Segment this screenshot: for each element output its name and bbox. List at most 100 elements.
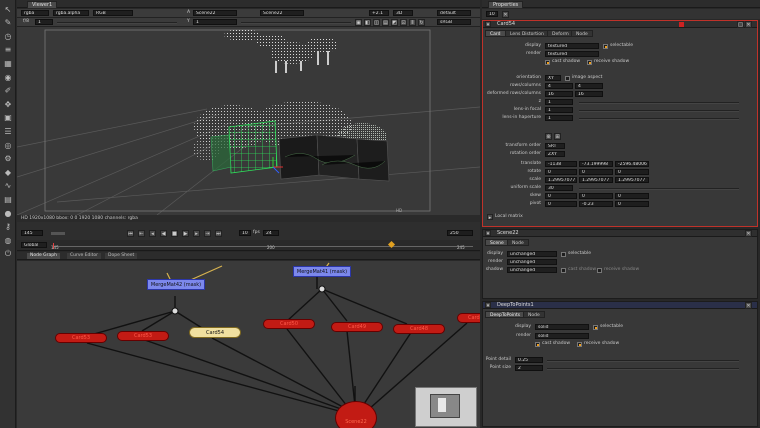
grid-icon[interactable]: ▦ [3,58,13,68]
clock-icon[interactable]: ◷ [3,31,13,41]
input-b-dropdown[interactable]: Scene22 [260,10,304,16]
skew-x-field[interactable]: 0 [545,193,577,199]
alpha-channel-dropdown[interactable]: rgba.alpha [53,10,89,16]
tab-curve-editor[interactable]: Curve Editor [67,253,102,259]
play-back-icon[interactable]: ◀ [160,230,167,237]
display-dropdown[interactable]: unchanged [507,251,557,257]
skip-end-icon[interactable]: ⏭ [215,230,222,237]
timeline-ruler[interactable]: Global 145 200 245 [17,240,480,251]
node-card49[interactable]: Card49 [331,322,383,332]
cube-icon[interactable]: ▣ [3,113,13,123]
rotate-y-field[interactable]: 0 [579,169,613,175]
frame-field[interactable]: 1 [35,19,53,25]
close-panel-icon[interactable]: ✕ [745,302,752,309]
tab-viewer[interactable]: Viewer1 [27,1,58,8]
shadow-dropdown[interactable]: unchanged [507,267,557,273]
overlay-icon[interactable]: ◫ [373,19,380,26]
tab-deform[interactable]: Deform [547,30,574,37]
rows-field[interactable]: 4 [545,83,573,89]
roi-icon[interactable]: ▣ [355,19,362,26]
collapse-icon[interactable]: ▾ [485,21,491,28]
rotation-order-dropdown[interactable]: ZXY [545,151,565,157]
local-matrix-expand-icon[interactable]: ▸ [487,214,493,221]
input-a-dropdown[interactable]: Scene22 [193,10,237,16]
node-graph-canvas[interactable]: MergeMat42 (mask) MergeMat41 (mask) Card… [17,261,480,428]
pause-icon[interactable]: Ⅱ [409,19,416,26]
view-mode-dropdown[interactable]: 3D [393,10,413,16]
prev-frame-icon[interactable]: ◂ [149,230,156,237]
tab-card[interactable]: Card [485,30,506,37]
uniform-scale-slider[interactable] [579,188,739,190]
node-card48[interactable]: Card48 [393,324,445,334]
close-panel-icon[interactable]: ✕ [745,21,752,28]
z-slider[interactable] [579,102,739,104]
render-dropdown[interactable]: solid [535,333,589,339]
translate-y-field[interactable]: -73.199998 [579,161,613,167]
clip-icon[interactable]: ▤ [382,19,389,26]
deformed-rows-field[interactable]: 16 [545,91,573,97]
tab-properties[interactable]: Properties [488,1,524,8]
wipe-icon[interactable]: ◧ [364,19,371,26]
display-dropdown[interactable]: solid [535,324,589,330]
node-mergemat42[interactable]: MergeMat42 (mask) [147,279,205,290]
frame-step-field[interactable]: 10 [239,230,251,236]
cast-shadow-checkbox[interactable] [561,268,566,273]
global-dropdown[interactable]: Global [21,242,47,248]
lens-haperture-slider[interactable] [579,118,739,120]
deformed-columns-field[interactable]: 16 [575,91,603,97]
render-dropdown[interactable]: textured [545,51,599,57]
arrow-icon[interactable]: ↖ [3,4,13,14]
channel-dropdown[interactable]: rgba [21,10,49,16]
receive-shadow-checkbox[interactable] [577,342,582,347]
tab-node[interactable]: Node [507,239,529,246]
viewer-canvas[interactable]: HD [17,27,480,215]
skip-start-icon[interactable]: ⏮ [127,230,134,237]
transform-order-dropdown[interactable]: SRT [545,143,565,149]
node-card-left2[interactable]: Card53 [117,331,169,341]
tab-lens-distortion[interactable]: Lens Distortion [505,30,549,37]
point-size-field[interactable]: 2 [515,365,543,371]
gain-slider[interactable] [57,22,177,24]
next-key-icon[interactable]: ⇥ [204,230,211,237]
cast-shadow-checkbox[interactable] [545,60,550,65]
node-mergemat41[interactable]: MergeMat41 (mask) [293,266,351,277]
image-card-3[interactable] [356,138,390,182]
uniform-scale-field[interactable]: 30 [545,185,573,191]
gamma-field[interactable]: 1 [193,19,237,25]
lens-focal-field[interactable]: 1 [545,107,573,113]
gamma-slider[interactable] [241,22,351,24]
wave-icon[interactable]: ∿ [3,181,13,191]
stop-icon[interactable]: ■ [171,230,178,237]
point-detail-slider[interactable] [547,360,739,362]
globe-icon[interactable]: ◍ [3,235,13,245]
transform-icon[interactable]: ✥ [3,99,13,109]
collapse-icon[interactable]: ▾ [485,302,491,309]
tab-node-graph[interactable]: Node Graph [27,253,60,259]
layers-icon[interactable]: ☰ [3,126,13,136]
translate-x-field[interactable]: -1138 [545,161,577,167]
node-card-left[interactable]: Card53 [55,333,107,343]
orientation-dropdown[interactable]: XY [545,75,561,81]
scrub-control[interactable] [51,232,65,235]
skew-z-field[interactable]: 0 [615,193,649,199]
pivot-x-field[interactable]: 0 [545,201,577,207]
point-detail-field[interactable]: 0.25 [515,357,543,363]
display-dropdown[interactable]: textured [545,43,599,49]
pivot-y-field[interactable]: -0.23 [579,201,613,207]
drop-icon[interactable]: ◆ [3,167,13,177]
refresh-icon[interactable]: ↻ [418,19,425,26]
receive-shadow-checkbox[interactable] [597,268,602,273]
key-icon[interactable]: ⚷ [3,222,13,232]
rotate-x-field[interactable]: 0 [545,169,577,175]
collapse-icon[interactable]: ▾ [485,230,491,237]
lut-dropdown[interactable]: default [437,10,471,16]
z-field[interactable]: 1 [545,99,573,105]
fps-field[interactable]: 24 [263,230,279,236]
next-frame-icon[interactable]: ▸ [193,230,200,237]
clear-panels-icon[interactable]: ✕ [502,11,509,18]
circle-icon[interactable]: ◉ [3,72,13,82]
rotate-z-field[interactable]: 0 [615,169,649,175]
selectable-checkbox[interactable] [593,325,598,330]
power-icon[interactable]: ⏻ [3,249,13,259]
node-graph-navigator[interactable] [415,387,477,427]
